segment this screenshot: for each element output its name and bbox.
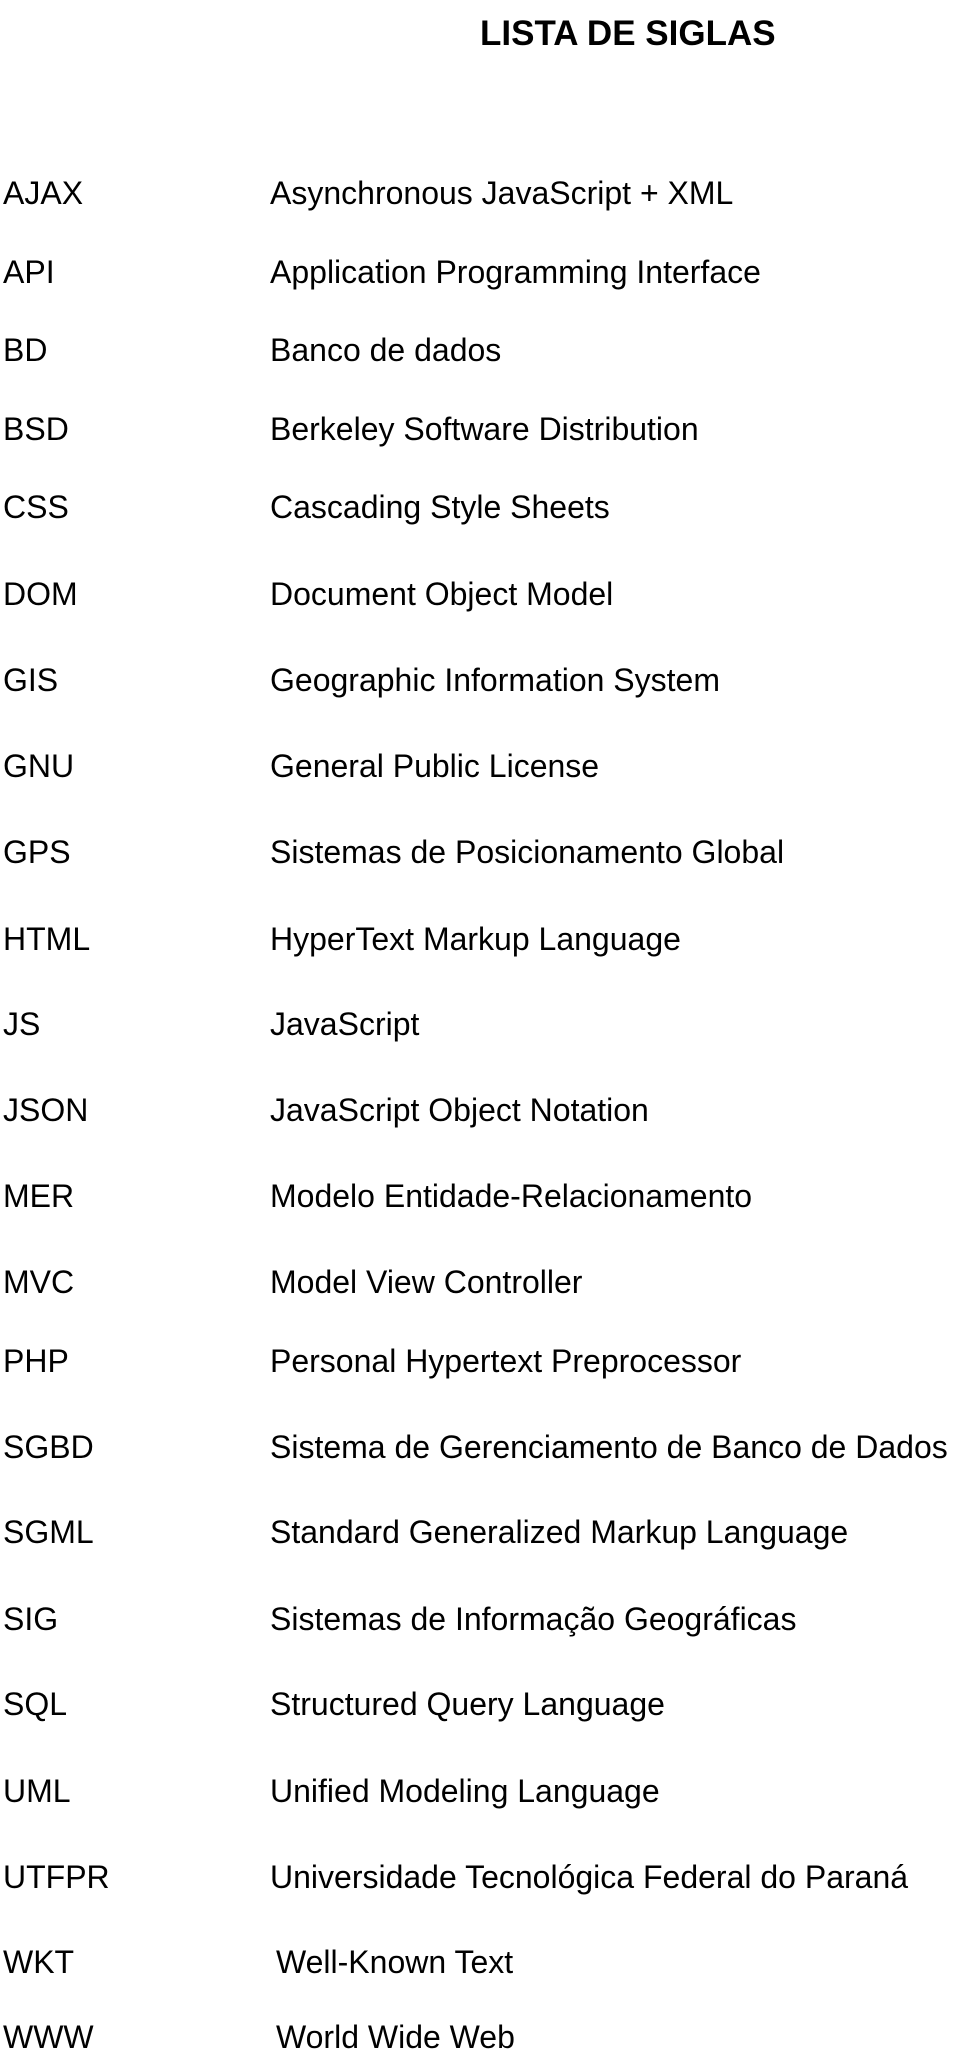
acronym-row: MVC Model View Controller (0, 1262, 960, 1302)
acronym-abbreviation: API (3, 254, 55, 290)
acronym-row: MER Modelo Entidade-Relacionamento (0, 1176, 960, 1216)
acronym-abbreviation: SQL (3, 1686, 68, 1722)
acronym-meaning: JavaScript Object Notation (270, 1092, 649, 1128)
acronym-meaning: Well-Known Text (276, 1944, 514, 1980)
acronym-row: GIS Geographic Information System (0, 660, 960, 700)
acronym-meaning: Sistema de Gerenciamento de Banco de Dad… (270, 1429, 948, 1465)
acronym-meaning: Asynchronous JavaScript + XML (270, 175, 734, 211)
acronym-abbreviation: MVC (3, 1264, 75, 1300)
acronym-row: HTML HyperText Markup Language (0, 919, 960, 959)
acronym-meaning: Cascading Style Sheets (270, 489, 610, 525)
acronym-meaning: Universidade Tecnológica Federal do Para… (270, 1859, 909, 1895)
acronym-abbreviation: SIG (3, 1601, 59, 1637)
acronym-meaning: Sistemas de Posicionamento Global (270, 834, 785, 870)
acronym-abbreviation: UML (3, 1773, 71, 1809)
acronym-meaning: Banco de dados (270, 332, 502, 368)
acronym-abbreviation: CSS (3, 489, 69, 525)
acronym-meaning: Geographic Information System (270, 662, 720, 698)
acronym-abbreviation: WKT (3, 1944, 75, 1980)
acronym-abbreviation: SGML (3, 1514, 94, 1550)
acronym-row: WKT Well-Known Text (0, 1942, 960, 1982)
acronym-row: SQL Structured Query Language (0, 1684, 960, 1724)
acronym-row: CSS Cascading Style Sheets (0, 487, 960, 527)
acronym-row: GPS Sistemas de Posicionamento Global (0, 832, 960, 872)
acronym-row: UML Unified Modeling Language (0, 1771, 960, 1811)
acronym-meaning: Berkeley Software Distribution (270, 411, 699, 447)
acronym-meaning: General Public License (270, 748, 600, 784)
acronym-abbreviation: PHP (3, 1343, 69, 1379)
acronym-meaning: Unified Modeling Language (270, 1773, 660, 1809)
acronym-abbreviation: JSON (3, 1092, 89, 1128)
acronym-abbreviation: HTML (3, 921, 91, 957)
acronym-abbreviation: SGBD (3, 1429, 94, 1465)
acronym-abbreviation: GIS (3, 662, 59, 698)
acronym-abbreviation: MER (3, 1178, 75, 1214)
acronym-row: API Application Programming Interface (0, 252, 960, 292)
acronym-row: GNU General Public License (0, 746, 960, 786)
acronym-meaning: Application Programming Interface (270, 254, 761, 290)
acronym-abbreviation: BD (3, 332, 48, 368)
acronym-abbreviation: GPS (3, 834, 71, 870)
acronym-abbreviation: GNU (3, 748, 75, 784)
acronym-abbreviation: WWW (3, 2019, 94, 2055)
acronym-abbreviation: DOM (3, 576, 78, 612)
acronym-row: JSON JavaScript Object Notation (0, 1090, 960, 1130)
acronym-row: WWW World Wide Web (0, 2017, 960, 2057)
acronym-row: SIG Sistemas de Informação Geográficas (0, 1599, 960, 1639)
acronym-row: SGML Standard Generalized Markup Language (0, 1512, 960, 1552)
acronym-row: PHP Personal Hypertext Preprocessor (0, 1341, 960, 1381)
acronym-row: JS JavaScript (0, 1004, 960, 1044)
acronym-row: BSD Berkeley Software Distribution (0, 409, 960, 449)
acronym-row: UTFPR Universidade Tecnológica Federal do… (0, 1857, 960, 1897)
acronym-meaning: Model View Controller (270, 1264, 583, 1300)
acronym-meaning: Personal Hypertext Preprocessor (270, 1343, 742, 1379)
acronym-row: BD Banco de dados (0, 330, 960, 370)
acronym-meaning: HyperText Markup Language (270, 921, 681, 957)
acronym-meaning: Modelo Entidade-Relacionamento (270, 1178, 753, 1214)
acronym-abbreviation: AJAX (3, 175, 84, 211)
acronym-meaning: Structured Query Language (270, 1686, 665, 1722)
acronym-abbreviation: BSD (3, 411, 69, 447)
acronym-abbreviation: JS (3, 1006, 41, 1042)
acronym-row: SGBD Sistema de Gerenciamento de Banco de… (0, 1427, 960, 1467)
acronym-row: DOM Document Object Model (0, 574, 960, 614)
page-title: LISTA DE SIGLAS (480, 14, 776, 54)
acronym-meaning: World Wide Web (276, 2019, 515, 2055)
acronym-meaning: JavaScript (270, 1006, 420, 1042)
acronym-meaning: Standard Generalized Markup Language (270, 1514, 849, 1550)
acronym-meaning: Sistemas de Informação Geográficas (270, 1601, 797, 1637)
acronym-row: AJAX Asynchronous JavaScript + XML (0, 173, 960, 213)
acronym-abbreviation: UTFPR (3, 1859, 110, 1895)
acronym-meaning: Document Object Model (270, 576, 614, 612)
